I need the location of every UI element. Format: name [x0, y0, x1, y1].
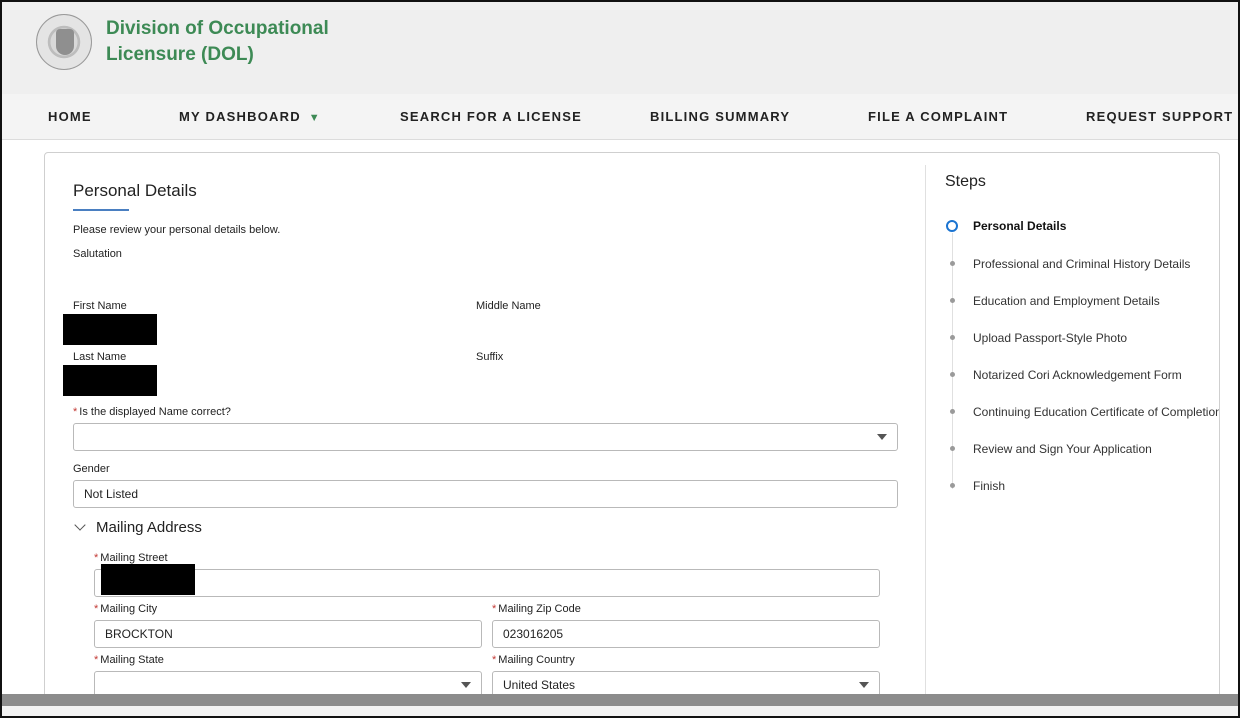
gender-field[interactable]: Not Listed	[73, 480, 898, 508]
first-name-label: First Name	[73, 300, 127, 312]
bottom-strip	[2, 706, 1238, 716]
step-finish[interactable]: Finish	[973, 479, 1005, 493]
country-label-text: Mailing Country	[498, 654, 575, 666]
application-card: Personal Details Please review your pers…	[44, 152, 1220, 700]
dropdown-arrow-icon	[877, 434, 887, 440]
redacted-street	[101, 564, 195, 595]
step-upload-photo[interactable]: Upload Passport-Style Photo	[973, 331, 1127, 345]
step-dot-icon	[950, 409, 955, 414]
state-label: * Mailing State	[94, 654, 164, 666]
step-personal-details[interactable]: Personal Details	[973, 219, 1066, 233]
step-dot-icon	[950, 446, 955, 451]
mailing-address-heading: Mailing Address	[96, 519, 202, 536]
required-marker: *	[492, 654, 497, 666]
suffix-label: Suffix	[476, 351, 504, 363]
mailing-street-input[interactable]	[94, 569, 880, 597]
last-name-label: Last Name	[73, 351, 127, 363]
org-name[interactable]: Division of Occupational Licensure (DOL)	[106, 16, 346, 68]
mailing-address-toggle[interactable]: Mailing Address	[73, 519, 202, 536]
nav-my-dashboard[interactable]: MY DASHBOARD ▼	[179, 109, 321, 124]
nav-file-complaint[interactable]: FILE A COMPLAINT	[868, 109, 1008, 124]
intro-text: Please review your personal details belo…	[73, 224, 281, 236]
step-cori-form[interactable]: Notarized Cori Acknowledgement Form	[973, 368, 1182, 382]
nav-home[interactable]: HOME	[48, 109, 92, 124]
city-value: BROCKTON	[105, 627, 173, 641]
gender-value: Not Listed	[84, 487, 139, 501]
column-divider	[925, 165, 926, 699]
nav-request-support[interactable]: REQUEST SUPPORT	[1086, 109, 1233, 124]
zip-label-text: Mailing Zip Code	[498, 603, 581, 615]
dropdown-arrow-icon	[859, 682, 869, 688]
redacted-first-name	[63, 314, 157, 345]
step-criminal-history[interactable]: Professional and Criminal History Detail…	[973, 257, 1190, 271]
zip-label: * Mailing Zip Code	[492, 603, 581, 615]
city-label-text: Mailing City	[100, 603, 158, 615]
required-marker: *	[73, 406, 78, 418]
street-label: * Mailing Street	[94, 552, 168, 564]
step-dot-icon	[950, 298, 955, 303]
country-value: United States	[503, 678, 576, 692]
name-correct-select[interactable]	[73, 423, 898, 451]
redacted-last-name	[63, 365, 157, 396]
nav-my-dashboard-label: MY DASHBOARD	[179, 109, 301, 124]
state-seal-icon	[36, 14, 92, 70]
nav-search-license[interactable]: SEARCH FOR A LICENSE	[400, 109, 582, 124]
gender-label: Gender	[73, 463, 110, 475]
dropdown-arrow-icon	[461, 682, 471, 688]
required-marker: *	[94, 552, 99, 564]
steps-title: Steps	[945, 173, 986, 190]
caret-down-icon: ▼	[308, 112, 321, 124]
name-correct-label-text: Is the displayed Name correct?	[79, 406, 231, 418]
state-label-text: Mailing State	[100, 654, 164, 666]
chevron-down-icon	[74, 519, 86, 531]
nav-billing-summary[interactable]: BILLING SUMMARY	[650, 109, 790, 124]
salutation-label: Salutation	[73, 248, 122, 260]
step-dot-icon	[950, 372, 955, 377]
city-label: * Mailing City	[94, 603, 157, 615]
middle-name-label: Middle Name	[476, 300, 541, 312]
horizontal-scrollbar[interactable]	[2, 694, 1238, 706]
street-label-text: Mailing Street	[100, 552, 168, 564]
main-nav: HOME MY DASHBOARD ▼ SEARCH FOR A LICENSE …	[2, 94, 1238, 140]
step-review-sign[interactable]: Review and Sign Your Application	[973, 442, 1152, 456]
zip-value: 023016205	[503, 627, 564, 641]
step-dot-icon	[950, 483, 955, 488]
required-marker: *	[94, 603, 99, 615]
site-header: Division of Occupational Licensure (DOL)	[2, 2, 1238, 94]
country-label: * Mailing Country	[492, 654, 575, 666]
step-education-employment[interactable]: Education and Employment Details	[973, 294, 1160, 308]
required-marker: *	[492, 603, 497, 615]
step-dot-icon	[950, 335, 955, 340]
step-ce-certificate[interactable]: Continuing Education Certificate of Comp…	[973, 405, 1219, 419]
title-underline	[73, 209, 129, 211]
active-step-indicator-icon	[946, 220, 958, 232]
step-dot-icon	[950, 261, 955, 266]
mailing-zip-input[interactable]: 023016205	[492, 620, 880, 648]
required-marker: *	[94, 654, 99, 666]
page-title: Personal Details	[73, 181, 197, 200]
mailing-city-input[interactable]: BROCKTON	[94, 620, 482, 648]
name-correct-label: * Is the displayed Name correct?	[73, 406, 231, 418]
